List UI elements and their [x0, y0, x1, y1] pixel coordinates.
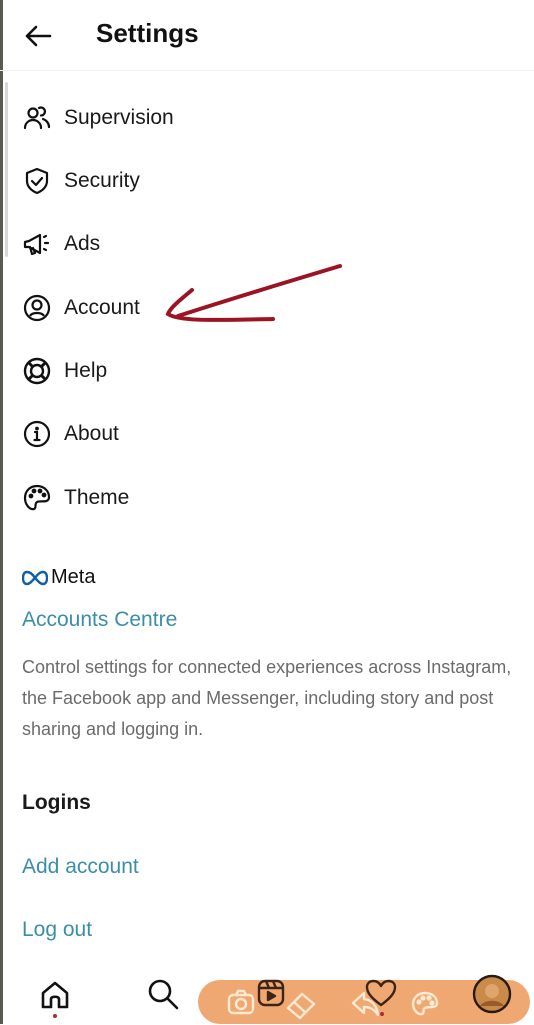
activity-tab[interactable] [364, 978, 398, 1013]
page-title: Settings [96, 18, 199, 48]
home-tab[interactable] [38, 978, 72, 1017]
megaphone-icon [20, 227, 54, 261]
meta-infinity-icon [22, 570, 48, 585]
header: Settings [0, 0, 534, 71]
log-out-link[interactable]: Log out [22, 918, 92, 942]
meta-logo: Meta [22, 566, 95, 589]
annotation-arrow [165, 264, 342, 322]
accounts-centre-description: Control settings for connected experienc… [22, 657, 512, 739]
menu-label: About [64, 422, 119, 445]
menu-label: Account [64, 296, 140, 319]
menu-label: Theme [64, 486, 130, 509]
menu-label: Security [64, 169, 140, 192]
palette-icon [20, 481, 54, 515]
menu-item-account[interactable]: Account [20, 288, 140, 328]
arrow-left-icon [25, 25, 52, 47]
add-account-link[interactable]: Add account [22, 855, 139, 879]
scrollbar[interactable] [5, 82, 8, 257]
search-icon [148, 979, 179, 1010]
menu-label: Ads [64, 232, 101, 255]
menu-label: Supervision [64, 106, 174, 129]
logins-heading: Logins [22, 791, 91, 814]
menu-item-help[interactable]: Help [20, 351, 107, 391]
meta-brand: Meta [51, 566, 96, 588]
home-icon [41, 981, 69, 1009]
lifebuoy-icon [20, 354, 54, 388]
heart-icon [365, 979, 397, 1007]
shield-check-icon [20, 164, 54, 198]
search-tab[interactable] [145, 976, 181, 1017]
camera-icon [227, 989, 255, 1015]
profile-avatar [472, 974, 512, 1014]
menu-item-about[interactable]: About [20, 414, 119, 454]
reels-tab[interactable] [256, 978, 286, 1013]
eraser-button[interactable] [284, 990, 320, 1025]
menu-item-theme[interactable]: Theme [20, 478, 129, 518]
palette-icon [411, 991, 439, 1016]
camera-button[interactable] [226, 988, 256, 1021]
account-circle-icon [20, 291, 54, 325]
left-edge-border [0, 0, 3, 1024]
home-active-dot [53, 1014, 57, 1018]
back-button[interactable] [22, 20, 54, 52]
menu-item-ads[interactable]: Ads [20, 224, 100, 264]
profile-tab[interactable] [472, 974, 512, 1019]
activity-notification-dot [380, 1012, 384, 1016]
reels-icon [257, 979, 285, 1007]
menu-label: Help [64, 359, 108, 382]
accounts-centre-link[interactable]: Accounts Centre [22, 608, 177, 632]
supervision-icon [20, 101, 54, 135]
menu-item-security[interactable]: Security [20, 161, 140, 201]
info-icon [20, 417, 54, 451]
menu-item-supervision[interactable]: Supervision [20, 98, 174, 138]
palette-button[interactable] [410, 990, 440, 1023]
eraser-icon [286, 992, 316, 1020]
